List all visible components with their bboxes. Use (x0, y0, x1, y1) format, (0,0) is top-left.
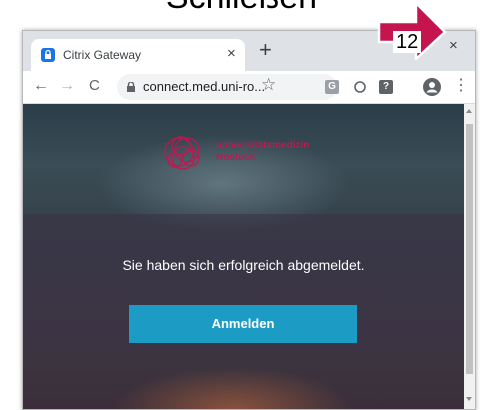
url-text[interactable]: connect.med.uni-ro... (143, 79, 265, 94)
step-number: 12 (393, 31, 422, 53)
scroll-thumb[interactable] (466, 124, 473, 374)
gateway-lock-icon (41, 48, 55, 62)
forward-button[interactable]: → (59, 77, 75, 95)
back-button[interactable]: ← (33, 77, 49, 95)
reload-button[interactable]: C (89, 77, 100, 94)
new-tab-button[interactable]: + (259, 39, 272, 61)
scroll-up-arrow-icon[interactable] (466, 109, 472, 113)
extension-help-icon[interactable]: ? (379, 80, 393, 94)
login-button[interactable]: Anmelden (129, 305, 357, 343)
scroll-down-arrow-icon[interactable] (466, 397, 472, 401)
university-logo-text: universitätsmedizin Rostock (216, 140, 309, 164)
extension-circle-icon[interactable] (353, 80, 367, 94)
tab-close-icon[interactable]: × (227, 45, 236, 62)
logout-message: Sie haben sich erfolgreich abgemeldet. (122, 257, 365, 273)
page-content: universitätsmedizin Rostock Sie haben si… (23, 104, 464, 409)
vertical-scrollbar[interactable] (464, 104, 475, 409)
browser-toolbar: ← → C connect.med.uni-ro... ☆ G ? ⋮ (23, 71, 475, 104)
extension-g-icon[interactable]: G (325, 80, 339, 94)
university-logo-icon (164, 136, 200, 170)
logo-line-1: universitätsmedizin (216, 140, 310, 151)
address-bar[interactable]: connect.med.uni-ro... (117, 74, 337, 100)
lock-icon (127, 82, 135, 92)
bookmark-star-icon[interactable]: ☆ (261, 75, 276, 95)
tab-title: Citrix Gateway (63, 48, 142, 62)
browser-menu-icon[interactable]: ⋮ (453, 75, 469, 95)
browser-window: Citrix Gateway × + × ← → C connect.med.u… (22, 30, 476, 410)
logo-line-2: Rostock (216, 152, 256, 163)
window-close-button[interactable]: × (449, 37, 458, 54)
profile-avatar-icon[interactable] (423, 78, 441, 96)
tab-citrix-gateway[interactable]: Citrix Gateway × (31, 39, 245, 71)
